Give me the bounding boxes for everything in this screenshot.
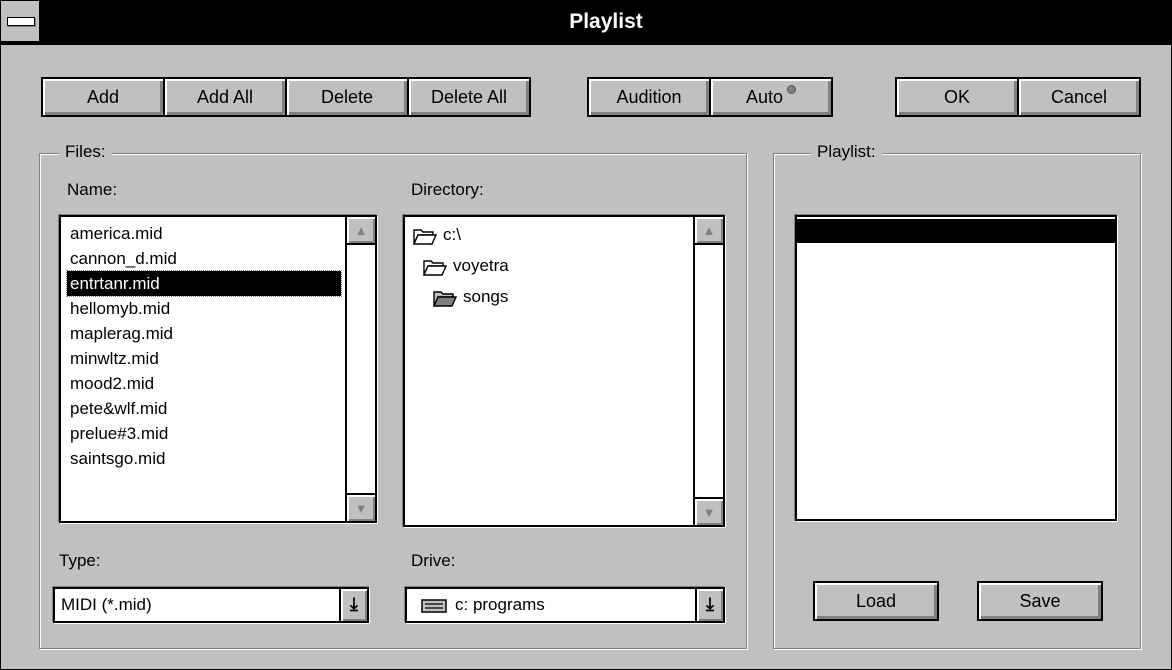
type-dropdown[interactable]: MIDI (*.mid) ⤓ [53, 587, 369, 623]
file-list-item[interactable]: prelue#3.mid [67, 421, 341, 446]
directory-label: Directory: [411, 180, 484, 199]
file-list-item[interactable]: minwltz.mid [67, 346, 341, 371]
add-button[interactable]: Add [41, 77, 165, 117]
load-button[interactable]: Load [813, 581, 939, 621]
audition-button[interactable]: Audition [587, 77, 711, 117]
delete-all-button[interactable]: Delete All [407, 77, 531, 117]
name-label: Name: [67, 180, 118, 199]
file-list-item[interactable]: saintsgo.mid [67, 446, 341, 471]
ok-button[interactable]: OK [895, 77, 1019, 117]
files-group-title: Files: [59, 142, 112, 162]
dialog-client: Add Add All Delete Delete All Audition A… [1, 43, 1171, 669]
file-list-item[interactable]: entrtanr.mid [66, 270, 342, 297]
window-title: Playlist [569, 10, 643, 33]
scroll-down-arrow-icon[interactable]: ▼ [347, 493, 375, 521]
drive-value: c: programs [455, 595, 545, 614]
file-list-item[interactable]: mood2.mid [67, 371, 341, 396]
save-button[interactable]: Save [977, 581, 1103, 621]
file-list-item[interactable]: maplerag.mid [67, 321, 341, 346]
playlist-group-title: Playlist: [811, 142, 882, 162]
open-folder-icon [422, 259, 448, 276]
file-list-scrollbar[interactable]: ▲ ▼ [345, 217, 375, 521]
playlist-selection-row[interactable] [797, 219, 1115, 243]
directory-list-scrollbar[interactable]: ▲ ▼ [693, 217, 723, 525]
directory-item-root[interactable]: c:\ [412, 223, 461, 247]
scroll-up-arrow-icon[interactable]: ▲ [695, 217, 723, 245]
file-list-item[interactable]: pete&wlf.mid [67, 396, 341, 421]
hard-drive-icon [421, 598, 447, 613]
directory-item-voyetra[interactable]: voyetra [422, 254, 509, 278]
type-value: MIDI (*.mid) [61, 595, 152, 614]
dropdown-arrow-icon[interactable]: ⤓ [339, 589, 367, 621]
drive-dropdown[interactable]: c: programs ⤓ [405, 587, 725, 623]
scroll-down-arrow-icon[interactable]: ▼ [695, 497, 723, 525]
drive-label: Drive: [411, 551, 456, 570]
cancel-button[interactable]: Cancel [1017, 77, 1141, 117]
delete-button[interactable]: Delete [285, 77, 409, 117]
file-list-item[interactable]: hellomyb.mid [67, 296, 341, 321]
directory-item-songs[interactable]: songs [432, 285, 508, 309]
file-list-item[interactable]: america.mid [67, 221, 341, 246]
type-label: Type: [59, 551, 101, 570]
file-name-items: america.mid cannon_d.mid entrtanr.mid hello… [66, 221, 342, 471]
file-list-item[interactable]: cannon_d.mid [67, 246, 341, 271]
directory-list[interactable]: c:\ voyetra songs ▲ ▼ [403, 215, 725, 527]
file-name-list[interactable]: america.mid cannon_d.mid entrtanr.mid hello… [59, 215, 377, 523]
auto-button[interactable]: Auto [709, 77, 833, 117]
dropdown-arrow-icon[interactable]: ⤓ [695, 589, 723, 621]
auto-indicator-icon [787, 85, 797, 94]
scroll-up-arrow-icon[interactable]: ▲ [347, 217, 375, 245]
playlist-dialog: Playlist Add Add All Delete Delete All A… [0, 0, 1172, 670]
system-menu-icon[interactable] [1, 1, 41, 41]
open-folder-icon [432, 290, 458, 307]
playlist-list[interactable] [795, 215, 1117, 521]
add-all-button[interactable]: Add All [163, 77, 287, 117]
title-bar: Playlist [1, 1, 1171, 43]
open-folder-icon [412, 228, 438, 245]
